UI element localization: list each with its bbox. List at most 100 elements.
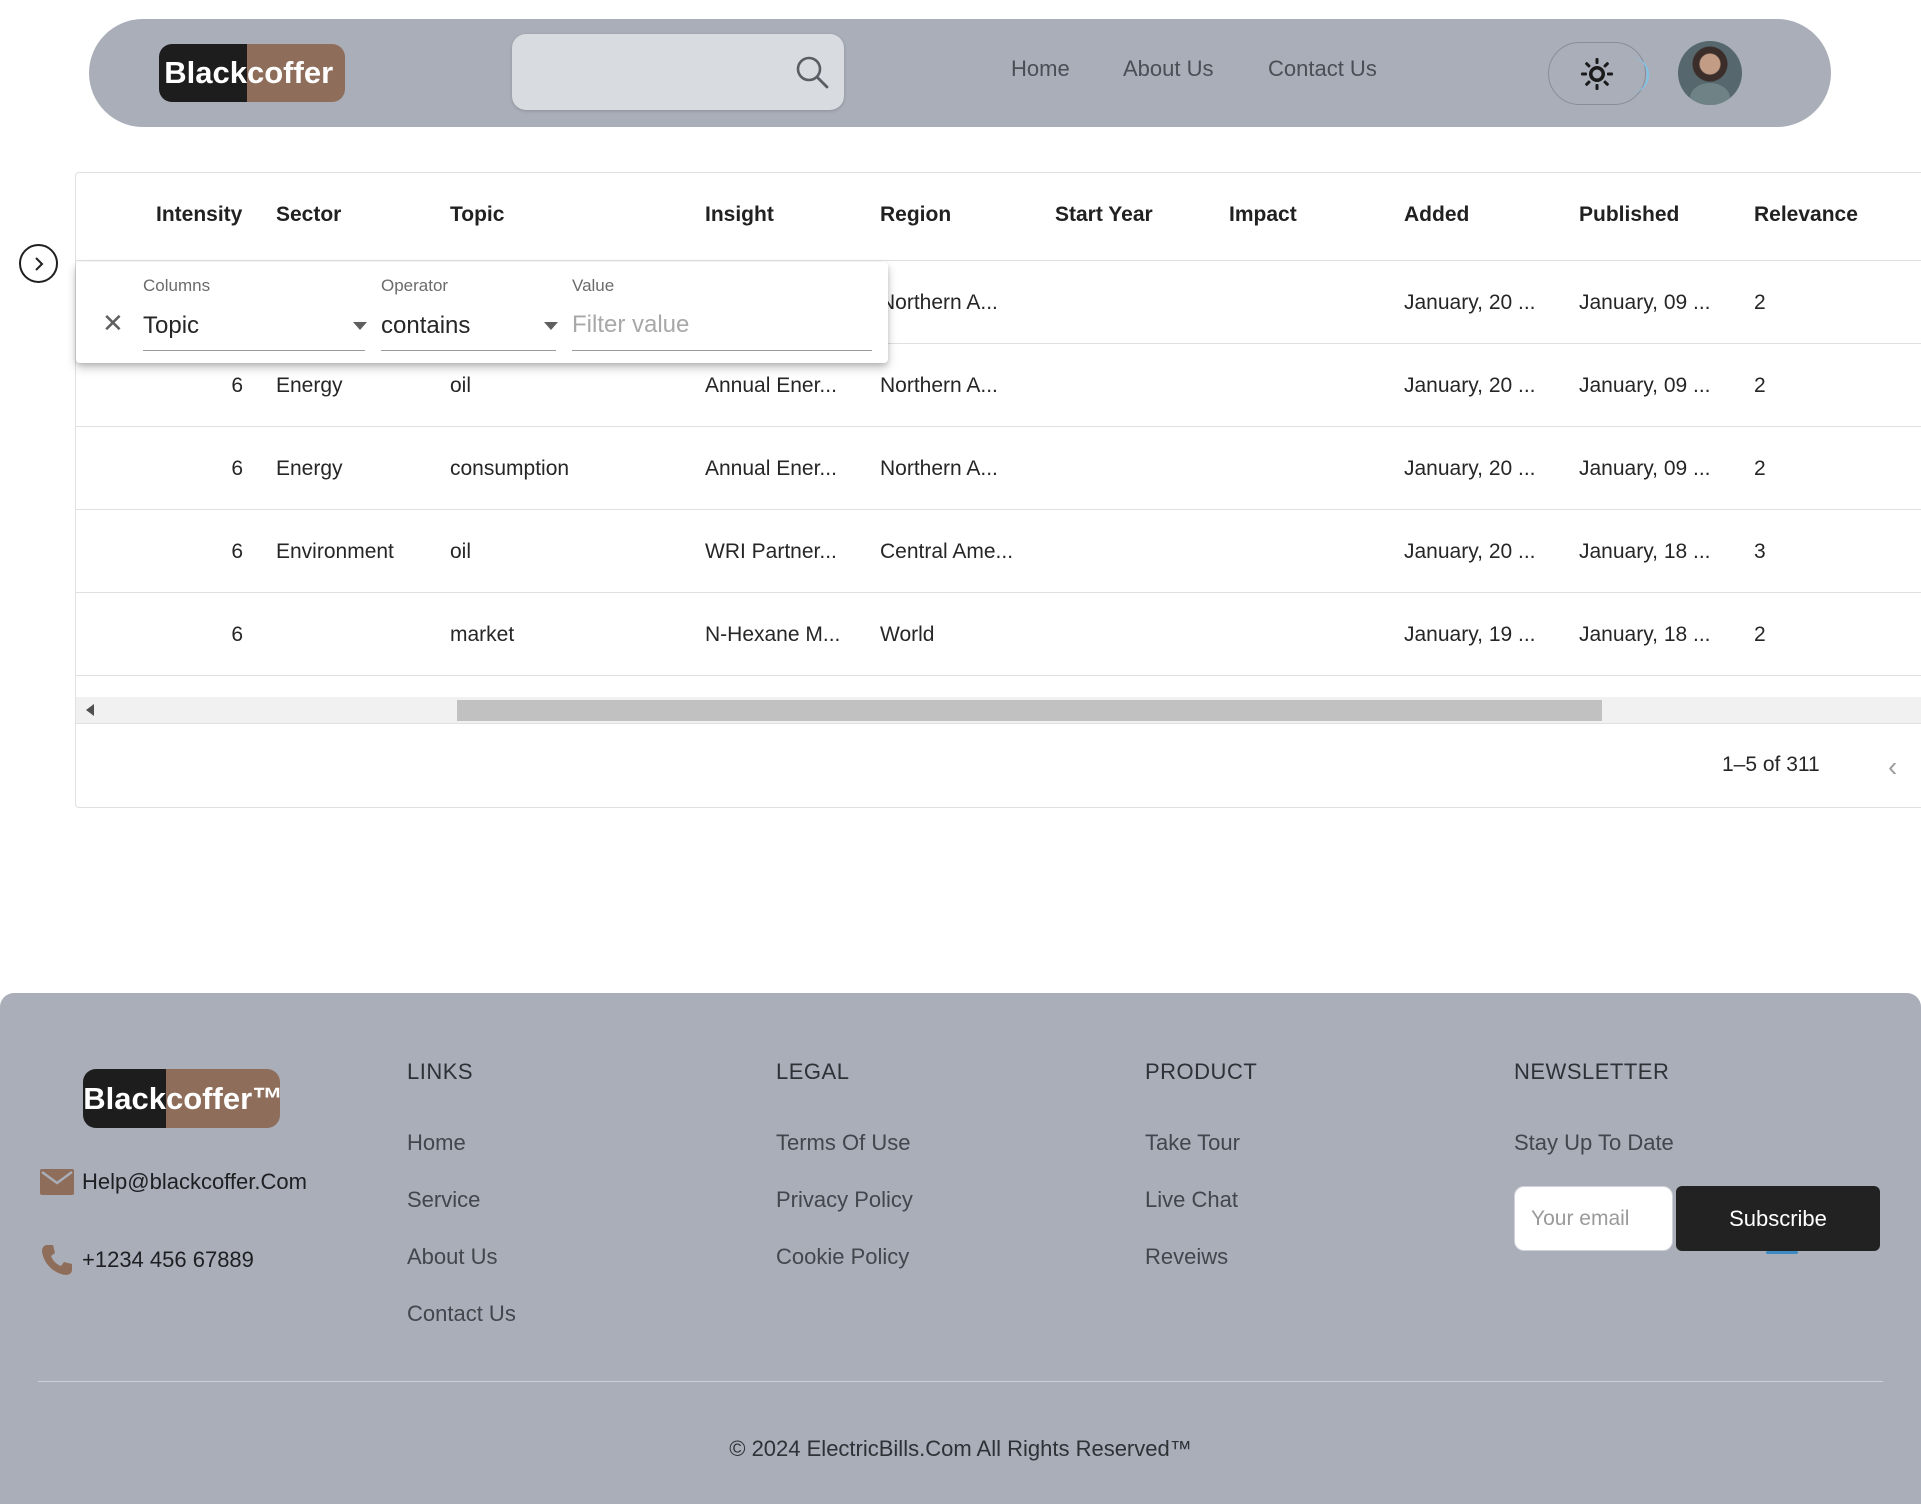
footer-link-contact[interactable]: Contact Us (407, 1301, 516, 1327)
cell-published: January, 18 ... (1579, 623, 1711, 646)
site-footer: Black coffer™ Help@blackcoffer.Com +1234… (0, 993, 1921, 1504)
theme-toggle-button[interactable] (1548, 42, 1649, 105)
phone-icon (42, 1245, 72, 1275)
table-row[interactable]: 6 Energy consumption Annual Ener... Nort… (76, 427, 1921, 510)
cell-intensity: 6 (231, 374, 243, 397)
filter-columns-select[interactable]: Topic (143, 312, 199, 340)
footer-link-about[interactable]: About Us (407, 1244, 498, 1270)
contact-phone-text: +1234 456 67889 (82, 1247, 254, 1272)
table-row[interactable]: 6 Environment oil WRI Partner... Central… (76, 510, 1921, 593)
brand-logo[interactable]: Black coffer (159, 44, 345, 102)
horizontal-scrollbar[interactable] (76, 697, 1921, 723)
column-header-insight[interactable]: Insight (705, 203, 774, 227)
footer-link-live-chat[interactable]: Live Chat (1145, 1187, 1238, 1213)
filter-operator-select[interactable]: contains (381, 312, 470, 340)
cell-relevance: 3 (1754, 540, 1766, 563)
footer-link-reviews[interactable]: Reveiws (1145, 1244, 1228, 1270)
mail-icon (40, 1169, 74, 1195)
nav-contact-link[interactable]: Contact Us (1268, 56, 1377, 82)
filter-operator-underline (381, 350, 556, 351)
sun-icon (1581, 57, 1613, 90)
filter-operator-label: Operator (381, 276, 449, 295)
column-header-intensity[interactable]: Intensity (156, 203, 242, 227)
cell-intensity: 6 (231, 540, 243, 563)
chevron-down-icon[interactable] (353, 322, 367, 330)
contact-phone[interactable]: +1234 456 67889 (40, 1243, 254, 1277)
close-icon[interactable]: ✕ (102, 310, 124, 336)
column-header-added[interactable]: Added (1404, 203, 1469, 227)
previous-page-button[interactable]: ‹ (1888, 751, 1897, 783)
cell-region: World (880, 623, 935, 646)
grid-footer-divider (76, 723, 1921, 724)
footer-legal-title: LEGAL (776, 1059, 850, 1084)
scroll-left-arrow-icon[interactable] (86, 704, 94, 716)
cell-published: January, 09 ... (1579, 291, 1711, 314)
user-avatar[interactable] (1678, 41, 1742, 105)
cell-relevance: 2 (1754, 457, 1766, 480)
cell-added: January, 20 ... (1404, 457, 1536, 480)
cell-insight: N-Hexane M... (705, 623, 841, 646)
filter-value-input[interactable] (572, 308, 872, 342)
cell-added: January, 20 ... (1404, 374, 1536, 397)
sidebar-toggle-button[interactable] (15, 244, 58, 294)
cell-sector: Energy (276, 374, 343, 397)
footer-link-cookie[interactable]: Cookie Policy (776, 1244, 909, 1270)
grid-header-row: Intensity Sector Topic Insight Region St… (76, 173, 1921, 261)
cell-added: January, 20 ... (1404, 540, 1536, 563)
footer-brand-logo[interactable]: Black coffer™ (83, 1069, 280, 1128)
cell-region: Northern A... (880, 457, 998, 480)
cell-added: January, 20 ... (1404, 291, 1536, 314)
footer-link-privacy[interactable]: Privacy Policy (776, 1187, 913, 1213)
cell-insight: Annual Ener... (705, 374, 837, 397)
filter-panel: ✕ Columns Topic Operator contains Value (76, 262, 888, 363)
filter-columns-label: Columns (143, 276, 211, 295)
filter-value-underline (572, 350, 872, 351)
cell-topic: consumption (450, 457, 570, 480)
footer-link-service[interactable]: Service (407, 1187, 480, 1213)
cell-added: January, 19 ... (1404, 623, 1536, 646)
footer-divider (38, 1381, 1883, 1382)
pagination-label: 1–5 of 311 (1722, 753, 1820, 776)
newsletter-email-input[interactable] (1514, 1186, 1673, 1251)
copyright-text: © 2024 ElectricBills.Com All Rights Rese… (729, 1436, 1192, 1461)
cell-topic: oil (450, 374, 472, 397)
cell-region: Northern A... (880, 374, 998, 397)
cell-topic: oil (450, 540, 472, 563)
search-icon[interactable] (794, 54, 830, 90)
column-header-relevance[interactable]: Relevance (1754, 203, 1858, 227)
chevron-down-icon[interactable] (544, 322, 558, 330)
newsletter-subtitle: Stay Up To Date (1514, 1130, 1674, 1155)
column-header-start-year[interactable]: Start Year (1055, 203, 1153, 227)
logo-text-coffer: coffer (247, 44, 345, 102)
search-input[interactable] (512, 34, 844, 110)
nav-about-link[interactable]: About Us (1123, 56, 1214, 82)
contact-email-text: Help@blackcoffer.Com (82, 1169, 307, 1194)
nav-home-link[interactable]: Home (1011, 56, 1070, 82)
cell-published: January, 09 ... (1579, 374, 1711, 397)
footer-link-take-tour[interactable]: Take Tour (1145, 1130, 1240, 1156)
footer-links-title: LINKS (407, 1059, 474, 1084)
column-header-published[interactable]: Published (1579, 203, 1679, 227)
cell-sector: Environment (276, 540, 394, 563)
cell-topic: market (450, 623, 515, 646)
top-navbar: Black coffer Home About Us Contact Us (89, 19, 1831, 127)
cell-region: Central Ame... (880, 540, 1014, 563)
footer-link-home[interactable]: Home (407, 1130, 466, 1156)
footer-link-terms[interactable]: Terms Of Use (776, 1130, 910, 1156)
column-header-topic[interactable]: Topic (450, 203, 504, 227)
cell-insight: Annual Ener... (705, 457, 837, 480)
scrollbar-thumb[interactable] (457, 700, 1602, 721)
contact-email[interactable]: Help@blackcoffer.Com (40, 1169, 307, 1195)
column-header-impact[interactable]: Impact (1229, 203, 1297, 227)
filter-value-label: Value (572, 276, 615, 295)
subscribe-button[interactable]: Subscribe (1676, 1186, 1880, 1254)
table-row[interactable]: 6 market N-Hexane M... World January, 19… (76, 593, 1921, 676)
logo-text-black: Black (159, 44, 247, 102)
column-header-sector[interactable]: Sector (276, 203, 341, 227)
column-header-region[interactable]: Region (880, 203, 951, 227)
cell-relevance: 2 (1754, 291, 1766, 314)
footer-product-title: PRODUCT (1145, 1059, 1258, 1084)
cell-sector: Energy (276, 457, 343, 480)
cell-relevance: 2 (1754, 374, 1766, 397)
logo-text-coffer: coffer™ (166, 1069, 280, 1128)
